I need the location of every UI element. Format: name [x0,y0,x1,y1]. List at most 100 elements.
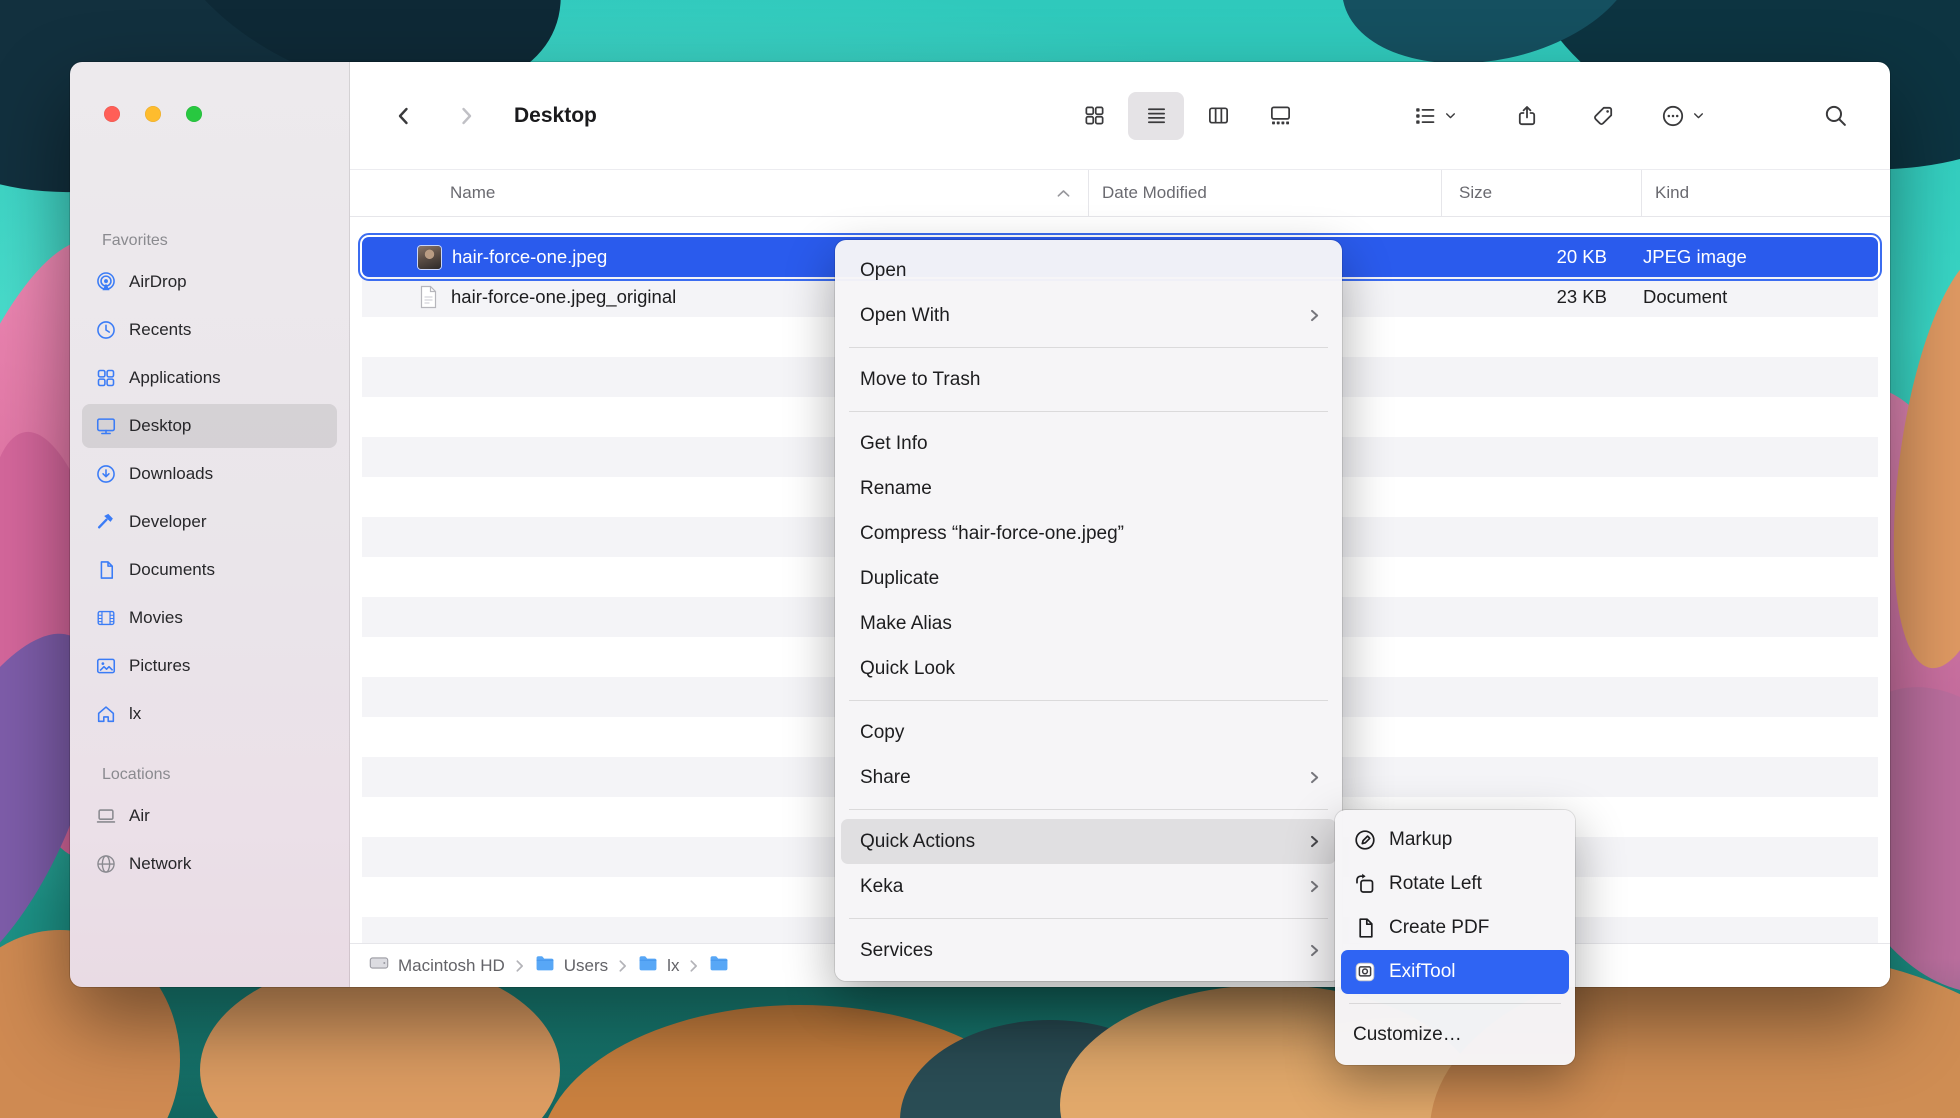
sidebar-item-air[interactable]: Air [82,794,337,838]
toolbar: Desktop [350,62,1890,169]
sidebar-item-pictures[interactable]: Pictures [82,644,337,688]
airdrop-icon [94,270,118,294]
sidebar-item-label: Developer [129,512,207,532]
share-icon [1515,104,1539,128]
pathbar-item-macintosh-hd[interactable]: Macintosh HD [368,952,505,979]
column-header-name[interactable]: Name [350,170,1088,216]
submenu-item-exiftool[interactable]: ExifTool [1341,950,1569,994]
file-name: hair-force-one.jpeg_original [451,286,676,308]
columns-view-button[interactable] [1190,92,1246,140]
column-header-size[interactable]: Size [1441,170,1641,216]
rotate-left-icon [1353,872,1377,896]
menu-item-move-to-trash[interactable]: Move to Trash [841,357,1336,402]
chevron-right-icon [1309,308,1320,323]
sidebar-item-label: lx [129,704,141,724]
menu-item-copy[interactable]: Copy [841,710,1336,755]
file-name: hair-force-one.jpeg [452,246,607,268]
folder-icon [708,952,730,979]
menu-separator [849,347,1328,348]
menu-item-rename[interactable]: Rename [841,466,1336,511]
submenu-item-rotate-left[interactable]: Rotate Left [1341,862,1569,906]
menu-item-duplicate[interactable]: Duplicate [841,556,1336,601]
zoom-window-button[interactable] [186,106,202,122]
sidebar-item-network[interactable]: Network [82,842,337,886]
menu-item-make-alias[interactable]: Make Alias [841,601,1336,646]
list-view-button[interactable] [1128,92,1184,140]
sidebar: Favorites AirDrop Recents Applications D… [70,62,350,987]
chevron-right-icon [1309,943,1320,958]
sidebar-item-movies[interactable]: Movies [82,596,337,640]
window-controls [104,106,202,122]
hard-drive-icon [368,952,390,979]
sidebar-item-developer[interactable]: Developer [82,500,337,544]
sidebar-section-locations: Locations [102,766,349,784]
sidebar-item-label: Applications [129,368,221,388]
documents-icon [94,558,118,582]
menu-separator [849,809,1328,810]
desktop-icon [94,414,118,438]
menu-item-get-info[interactable]: Get Info [841,421,1336,466]
sidebar-item-applications[interactable]: Applications [82,356,337,400]
pathbar-item-lx[interactable]: lx [637,952,679,979]
column-header-date-modified[interactable]: Date Modified [1088,170,1441,216]
column-header-kind[interactable]: Kind [1641,170,1890,216]
menu-item-share[interactable]: Share [841,755,1336,800]
menu-item-compress[interactable]: Compress “hair-force-one.jpeg” [841,511,1336,556]
sidebar-item-recents[interactable]: Recents [82,308,337,352]
search-icon [1823,103,1848,128]
back-icon [392,104,416,128]
columns-view-icon [1207,104,1230,127]
menu-item-quick-look[interactable]: Quick Look [841,646,1336,691]
list-view-icon [1145,104,1168,127]
share-button[interactable] [1515,104,1539,128]
tag-icon [1591,104,1615,128]
pathbar-item-users[interactable]: Users [534,952,608,979]
sidebar-item-documents[interactable]: Documents [82,548,337,592]
gallery-view-button[interactable] [1252,92,1308,140]
menu-item-quick-actions[interactable]: Quick Actions [841,819,1336,864]
file-size: 23 KB [1429,286,1629,308]
grid-view-button[interactable] [1066,92,1122,140]
sidebar-item-label: Air [129,806,150,826]
minimize-window-button[interactable] [145,106,161,122]
back-button[interactable] [392,104,416,128]
markup-icon [1353,828,1377,852]
submenu-item-customize[interactable]: Customize… [1341,1013,1569,1057]
more-button[interactable] [1661,104,1705,128]
sidebar-item-label: Documents [129,560,215,580]
menu-item-open-with[interactable]: Open With [841,293,1336,338]
sidebar-item-label: Desktop [129,416,191,436]
sidebar-item-downloads[interactable]: Downloads [82,452,337,496]
sidebar-locations-list: Air Network [70,794,349,886]
applications-icon [94,366,118,390]
pictures-icon [94,654,118,678]
menu-item-services[interactable]: Services [841,928,1336,973]
grid-view-icon [1083,104,1106,127]
sidebar-item-desktop[interactable]: Desktop [82,404,337,448]
network-globe-icon [94,852,118,876]
pathbar-item-truncated[interactable] [708,952,730,979]
group-button[interactable] [1413,104,1457,128]
more-icon [1661,104,1685,128]
submenu-item-create-pdf[interactable]: Create PDF [1341,906,1569,950]
sidebar-item-lx-home[interactable]: lx [82,692,337,736]
folder-icon [637,952,659,979]
search-button[interactable] [1823,103,1848,128]
submenu-item-markup[interactable]: Markup [1341,818,1569,862]
sidebar-item-label: Recents [129,320,191,340]
chevron-right-icon [514,959,525,973]
menu-item-open[interactable]: Open [841,248,1336,293]
quick-actions-submenu: Markup Rotate Left Create PDF ExifTool C… [1335,810,1575,1065]
chevron-right-icon [1309,770,1320,785]
close-window-button[interactable] [104,106,120,122]
downloads-icon [94,462,118,486]
chevron-right-icon [617,959,628,973]
window-title: Desktop [514,104,597,128]
tag-button[interactable] [1591,104,1615,128]
menu-item-keka[interactable]: Keka [841,864,1336,909]
laptop-icon [94,804,118,828]
sidebar-item-airdrop[interactable]: AirDrop [82,260,337,304]
create-pdf-icon [1353,916,1377,940]
chevron-down-icon [1692,109,1705,122]
forward-button[interactable] [454,104,478,128]
